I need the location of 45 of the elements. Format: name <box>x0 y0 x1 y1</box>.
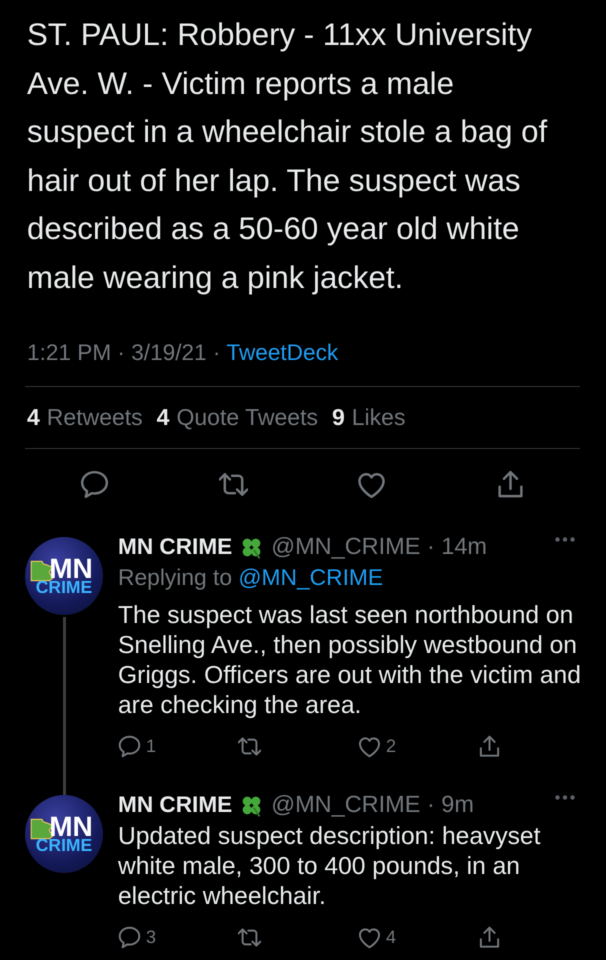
repeat-arrows-icon <box>218 470 248 499</box>
share-icon <box>478 926 501 948</box>
avatar[interactable]: MN CRIME <box>25 537 103 615</box>
clover-icon <box>240 794 264 816</box>
more-icon[interactable] <box>555 795 575 800</box>
reply-text: The suspect was last seen northbound on Snelling Ave., then possibly westbound on Griggs. Officers are out with the victim and are checking the area. <box>118 601 582 721</box>
heart-icon <box>358 734 381 758</box>
heart-icon <box>357 470 386 499</box>
share-icon <box>496 470 526 499</box>
stat-count: 4 <box>156 403 170 432</box>
replying-to-text: Replying to @MN_CRIME <box>118 563 384 592</box>
share-icon <box>478 734 501 758</box>
tweet-timestamp: 1:21 PM · 3/19/21 · <box>27 339 220 368</box>
reply-button[interactable] <box>80 470 109 499</box>
like-button[interactable]: 2 <box>358 734 396 758</box>
reply-button[interactable]: 1 <box>118 734 156 758</box>
speech-bubble-icon <box>118 926 141 948</box>
like-button[interactable]: 4 <box>358 925 396 949</box>
handle-and-time: @MN_CRIME · 9m <box>271 790 474 820</box>
stat-label[interactable]: Likes <box>352 400 406 435</box>
tweet-text: ST. PAUL: Robbery - 11xx University Ave. W. - Victim reports a male suspect in a wheelchair stole a bag of hair out of her lap. The suspect was described as a 50-60 year old white male wearing a pink jacket. <box>27 16 548 296</box>
heart-icon <box>358 926 381 948</box>
stat-count: 9 <box>332 403 345 432</box>
repeat-arrows-icon <box>238 734 261 758</box>
author-name[interactable]: MN CRIME <box>118 530 232 564</box>
avatar[interactable]: MN CRIME <box>25 795 103 873</box>
repeat-arrows-icon <box>238 926 261 948</box>
stat-count: 4 <box>27 403 40 432</box>
stat-label[interactable]: Retweets <box>46 400 143 435</box>
stat-label[interactable]: Quote Tweets <box>176 400 318 435</box>
retweet-button[interactable] <box>218 470 248 499</box>
speech-bubble-icon <box>80 470 109 499</box>
author-name[interactable]: MN CRIME <box>118 788 232 822</box>
share-button[interactable] <box>496 470 526 499</box>
clover-icon <box>240 536 264 558</box>
source-link[interactable]: TweetDeck <box>226 336 338 370</box>
reply-text: Updated suspect description: heavyset white male, 300 to 400 pounds, in an electric wheelchair. <box>118 822 542 912</box>
share-button[interactable] <box>478 925 501 949</box>
handle-and-time: @MN_CRIME · 14m <box>271 532 488 562</box>
like-button[interactable] <box>357 470 386 499</box>
mention-link[interactable]: @MN_CRIME <box>238 564 384 590</box>
more-icon[interactable] <box>555 537 575 542</box>
reply-button[interactable]: 3 <box>118 925 156 949</box>
share-button[interactable] <box>478 734 501 758</box>
speech-bubble-icon <box>118 734 141 758</box>
